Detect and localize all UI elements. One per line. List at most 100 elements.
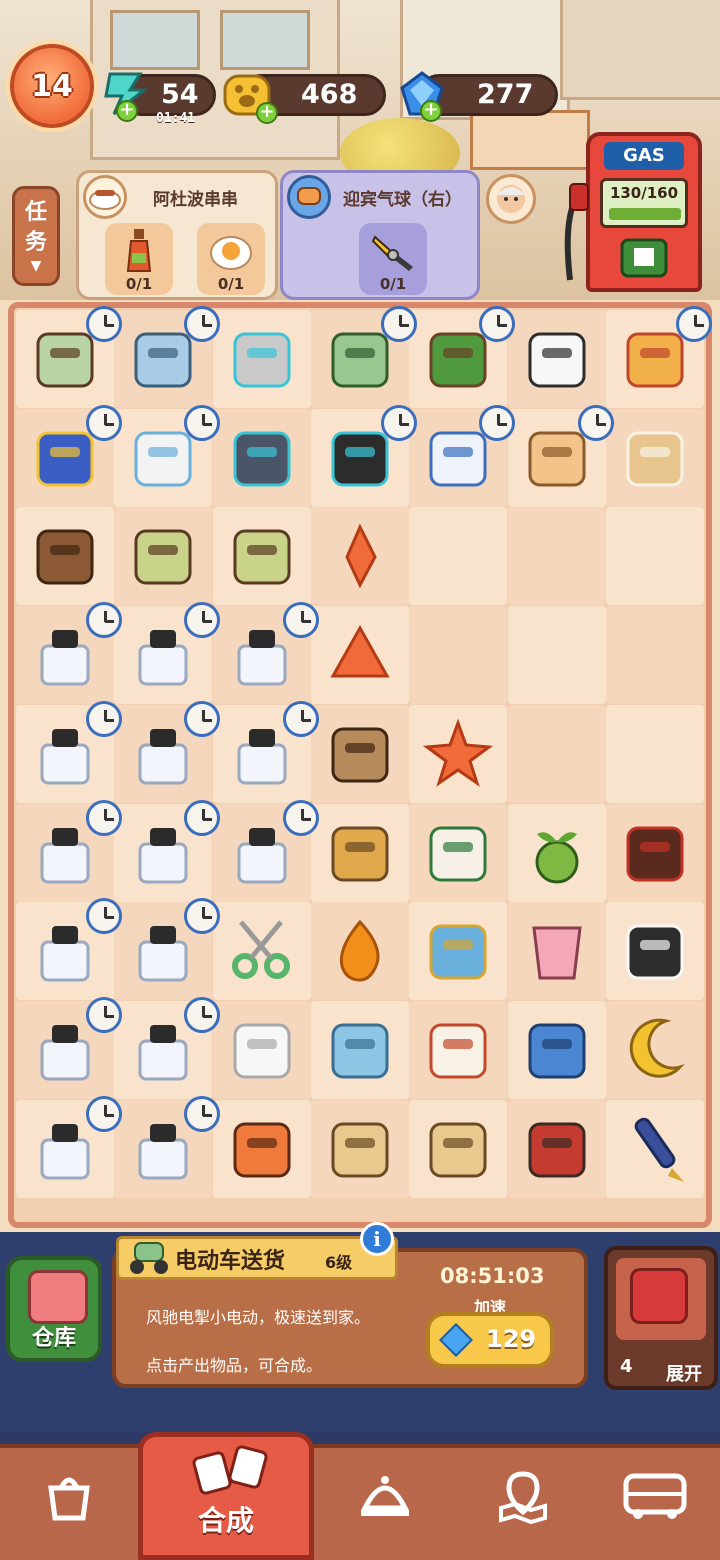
board-cell[interactable] [507, 803, 606, 902]
board-cell[interactable] [605, 507, 704, 606]
board-cell[interactable] [409, 803, 508, 902]
board-cell[interactable] [16, 1095, 122, 1198]
timer-clock-icon [479, 404, 516, 441]
board-cell[interactable] [16, 700, 122, 803]
board-cell[interactable] [16, 996, 122, 1099]
timer-clock-icon [479, 306, 516, 342]
timer-clock-icon [184, 700, 221, 737]
board-cell[interactable] [507, 507, 606, 606]
board-cell[interactable] [16, 404, 122, 507]
board-cell[interactable] [114, 602, 221, 705]
board-cell[interactable] [114, 1095, 221, 1198]
board-cell[interactable] [310, 306, 417, 408]
gem-plus-icon[interactable]: + [420, 100, 442, 122]
info-banner: 电动车送货 6级 [116, 1236, 398, 1280]
level-badge[interactable]: 14 [10, 44, 94, 128]
info-level: 6级 [325, 1253, 353, 1272]
board-cell[interactable] [310, 902, 409, 1001]
chef-hat-locked-icon [225, 421, 299, 495]
board-cell[interactable] [310, 507, 409, 606]
board-cell[interactable] [409, 404, 516, 507]
board-cell[interactable] [605, 803, 704, 902]
nav-bus-button[interactable] [600, 1446, 710, 1546]
tasks-tab-label-2: 务 [24, 230, 47, 255]
board-cell[interactable] [605, 1000, 704, 1099]
task-card-2[interactable]: 迎宾气球（右） 0/1 [280, 170, 480, 300]
board-cell[interactable] [605, 306, 712, 408]
board-cell[interactable] [310, 1099, 409, 1198]
board-cell[interactable] [212, 507, 311, 606]
board-cell[interactable] [16, 507, 114, 606]
timer-clock-icon [675, 306, 712, 342]
board-cell[interactable] [212, 799, 319, 902]
board-cell[interactable] [212, 1099, 311, 1198]
board-cell[interactable] [212, 700, 319, 803]
gas-station[interactable]: GAS 130/160 [586, 132, 702, 292]
coin-plus-icon[interactable]: + [256, 102, 278, 124]
task-card-1[interactable]: 阿杜波串串 0/1 0/1 [76, 170, 278, 300]
board-cell[interactable] [16, 306, 122, 408]
speed-up-button[interactable]: 129 [426, 1312, 554, 1368]
board-cell[interactable] [114, 306, 221, 408]
gas-fuel-value: 130/160 [609, 184, 679, 202]
noodle-mat-icon [126, 519, 200, 593]
board-cell[interactable] [212, 902, 311, 1001]
board-cell[interactable] [605, 408, 704, 507]
board-cell[interactable] [212, 310, 311, 408]
board-cell[interactable] [212, 1000, 311, 1099]
nav-restaurant-button[interactable] [330, 1446, 440, 1546]
board-cell[interactable] [212, 602, 319, 705]
shop-bag-icon [48, 1477, 90, 1521]
board-cell[interactable] [409, 1099, 508, 1198]
board-cell[interactable] [114, 799, 221, 902]
board-cell[interactable] [507, 704, 606, 803]
task-balloon-avatar [287, 175, 331, 219]
board-cell[interactable] [310, 704, 409, 803]
board-cell[interactable] [409, 306, 516, 408]
board-cell[interactable] [114, 404, 221, 507]
orange-star-icon [421, 717, 495, 791]
board-cell[interactable] [507, 1000, 606, 1099]
nav-map-button[interactable] [468, 1446, 578, 1546]
task-requirement: 0/1 [359, 223, 427, 295]
board-cell[interactable] [409, 704, 508, 803]
info-description: 风驰电掣小电动，极速送到家。 [146, 1308, 371, 1327]
board-cell[interactable] [16, 602, 122, 705]
board-cell[interactable] [310, 1000, 409, 1099]
board-cell[interactable] [16, 799, 122, 902]
board-cell[interactable] [310, 803, 409, 902]
board-cell[interactable] [114, 507, 213, 606]
board-cell[interactable] [507, 404, 614, 507]
board-cell[interactable] [605, 704, 704, 803]
board-cell[interactable] [409, 507, 508, 606]
board-cell[interactable] [605, 1099, 704, 1198]
board-cell[interactable] [605, 606, 704, 705]
board-cell[interactable] [212, 408, 311, 507]
nav-shop-button[interactable] [14, 1446, 124, 1546]
board-cell[interactable] [310, 404, 417, 507]
board-cell[interactable] [409, 902, 508, 1001]
info-icon[interactable]: i [360, 1222, 394, 1256]
board-cell[interactable] [409, 606, 508, 705]
board-cell[interactable] [114, 996, 221, 1099]
board-cell[interactable] [507, 902, 606, 1001]
board-cell[interactable] [507, 606, 606, 705]
nav-merge-button[interactable]: 合成 [138, 1432, 314, 1560]
warehouse-button[interactable]: 仓库 [6, 1256, 102, 1362]
timer-clock-icon [86, 306, 122, 342]
energy-plus-icon[interactable]: + [116, 100, 138, 122]
board-cell[interactable] [114, 898, 221, 1001]
tag-keychain-icon [421, 914, 495, 988]
board-cell[interactable] [114, 700, 221, 803]
board-cell[interactable] [507, 310, 606, 408]
tasks-tab[interactable]: 任 务 ▼ [12, 186, 60, 286]
coin-value: 468 [301, 79, 358, 110]
board-cell[interactable] [409, 1000, 508, 1099]
board-cell[interactable] [507, 1099, 606, 1198]
expand-button[interactable]: 4 展开 [604, 1246, 718, 1390]
timer-clock-icon [380, 306, 417, 342]
board-cell[interactable] [16, 898, 122, 1001]
board-cell[interactable] [605, 902, 704, 1001]
customer-avatar[interactable] [486, 174, 536, 224]
board-cell[interactable] [310, 606, 409, 705]
